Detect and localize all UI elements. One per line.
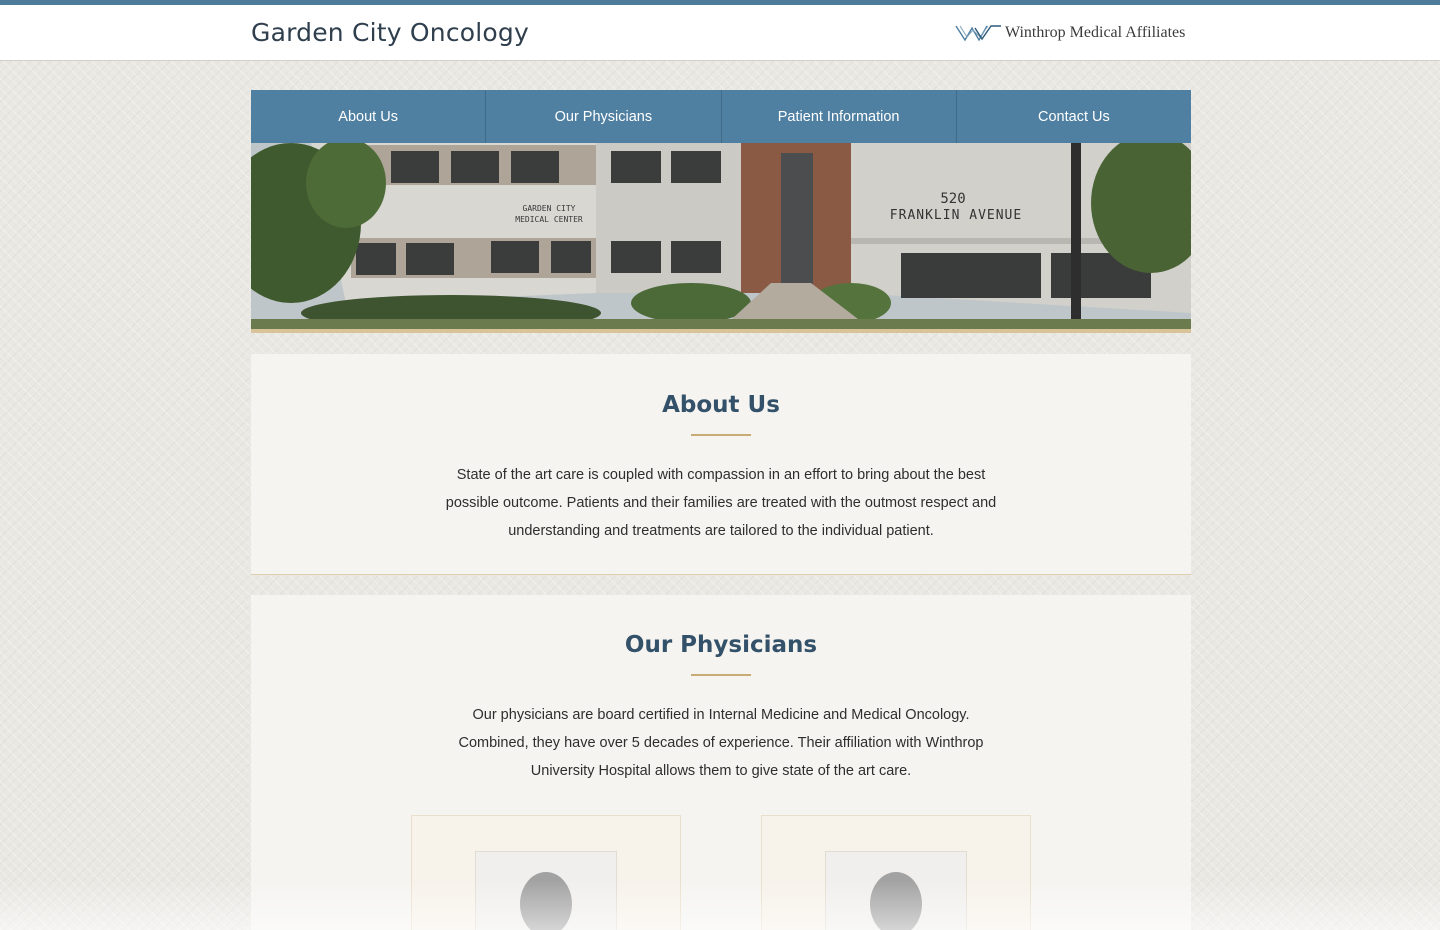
main-nav: About Us Our Physicians Patient Informat… <box>251 90 1191 143</box>
building-illustration: GARDEN CITY MEDICAL CENTER 520 FRANKLIN … <box>251 143 1191 329</box>
physician-photo <box>475 851 617 930</box>
physicians-text: Our physicians are board certified in In… <box>458 707 984 779</box>
nav-item-our-physicians[interactable]: Our Physicians <box>486 90 722 143</box>
affiliate-logo[interactable]: Winthrop Medical Affiliates <box>955 21 1185 45</box>
physician-card[interactable] <box>761 815 1031 930</box>
physician-card[interactable] <box>411 815 681 930</box>
avatar-placeholder-icon <box>870 872 922 930</box>
title-divider <box>691 674 751 676</box>
about-text: State of the art care is coupled with co… <box>445 467 997 539</box>
site-header: Garden City Oncology Winthrop Medical Af… <box>0 5 1440 61</box>
winthrop-logo-icon <box>955 25 1001 42</box>
hero-building-photo: GARDEN CITY MEDICAL CENTER 520 FRANKLIN … <box>251 143 1191 333</box>
sign-left-line1: GARDEN CITY <box>523 204 576 213</box>
title-divider <box>691 434 751 436</box>
about-section: About Us State of the art care is couple… <box>251 354 1191 575</box>
site-title[interactable]: Garden City Oncology <box>251 18 529 47</box>
physicians-section: Our Physicians Our physicians are board … <box>251 595 1191 930</box>
sign-left-line2: MEDICAL CENTER <box>515 215 583 224</box>
physician-photo <box>825 851 967 930</box>
nav-item-contact-us[interactable]: Contact Us <box>957 90 1191 143</box>
nav-item-patient-information[interactable]: Patient Information <box>722 90 957 143</box>
affiliate-name: Winthrop Medical Affiliates <box>1005 24 1186 41</box>
about-title: About Us <box>662 392 780 418</box>
sign-number: 520 <box>940 191 965 207</box>
nav-item-about-us[interactable]: About Us <box>251 90 487 143</box>
avatar-placeholder-icon <box>520 872 572 930</box>
sign-street: FRANKLIN AVENUE <box>890 208 1022 223</box>
physicians-title: Our Physicians <box>624 632 818 658</box>
